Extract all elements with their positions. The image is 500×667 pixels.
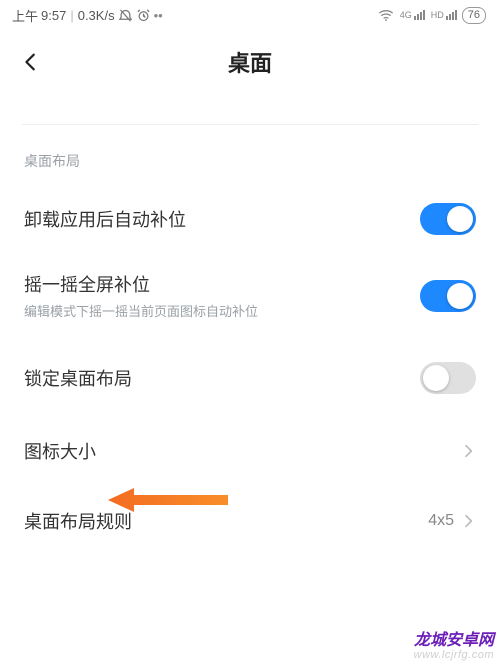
watermark-line1: 龙城安卓网 (414, 633, 494, 648)
status-time-prefix: 上午 (12, 6, 38, 25)
row-sublabel: 编辑模式下摇一摇当前页面图标自动补位 (24, 301, 258, 320)
chevron-left-icon (20, 51, 42, 73)
alarm-off-icon (118, 8, 133, 23)
toggle-lock-layout[interactable] (420, 362, 476, 394)
row-auto-fill[interactable]: 卸载应用后自动补位 (0, 181, 500, 257)
status-bar: 上午 9:57 | 0.3K/s •• 4G HD 76 (0, 0, 500, 30)
title-bar: 桌面 (0, 30, 500, 94)
row-shake-fill[interactable]: 摇一摇全屏补位 编辑模式下摇一摇当前页面图标自动补位 (0, 257, 500, 340)
signal-sim1: 4G (399, 10, 425, 20)
row-label: 卸载应用后自动补位 (24, 206, 186, 232)
row-icon-size[interactable]: 图标大小 (0, 416, 500, 486)
chevron-right-icon (460, 443, 476, 459)
watermark: 龙城安卓网 www.lcjrfg.com (414, 633, 494, 663)
row-grid-rule[interactable]: 桌面布局规则 4x5 (0, 486, 500, 556)
page-title: 桌面 (228, 46, 272, 78)
row-label: 锁定桌面布局 (24, 365, 132, 391)
watermark-line2: www.lcjrfg.com (414, 648, 494, 663)
row-lock-layout[interactable]: 锁定桌面布局 (0, 340, 500, 416)
status-more: •• (154, 8, 163, 23)
chevron-right-icon (460, 513, 476, 529)
section-header: 桌面布局 (0, 125, 500, 181)
clock-icon (136, 8, 151, 23)
battery-indicator: 76 (462, 7, 486, 24)
status-right: 4G HD 76 (378, 7, 486, 24)
row-label: 摇一摇全屏补位 (24, 271, 258, 297)
row-label: 桌面布局规则 (24, 508, 132, 534)
status-net-speed: 0.3K/s (78, 8, 115, 23)
signal-sim2: HD (430, 10, 457, 20)
back-button[interactable] (14, 45, 48, 79)
status-left: 上午 9:57 | 0.3K/s •• (12, 6, 163, 25)
toggle-shake-fill[interactable] (420, 280, 476, 312)
row-label: 图标大小 (24, 438, 96, 464)
wifi-icon (378, 9, 394, 21)
status-sep: | (70, 8, 73, 23)
row-value: 4x5 (428, 512, 454, 530)
toggle-auto-fill[interactable] (420, 203, 476, 235)
status-time: 9:57 (41, 8, 66, 23)
